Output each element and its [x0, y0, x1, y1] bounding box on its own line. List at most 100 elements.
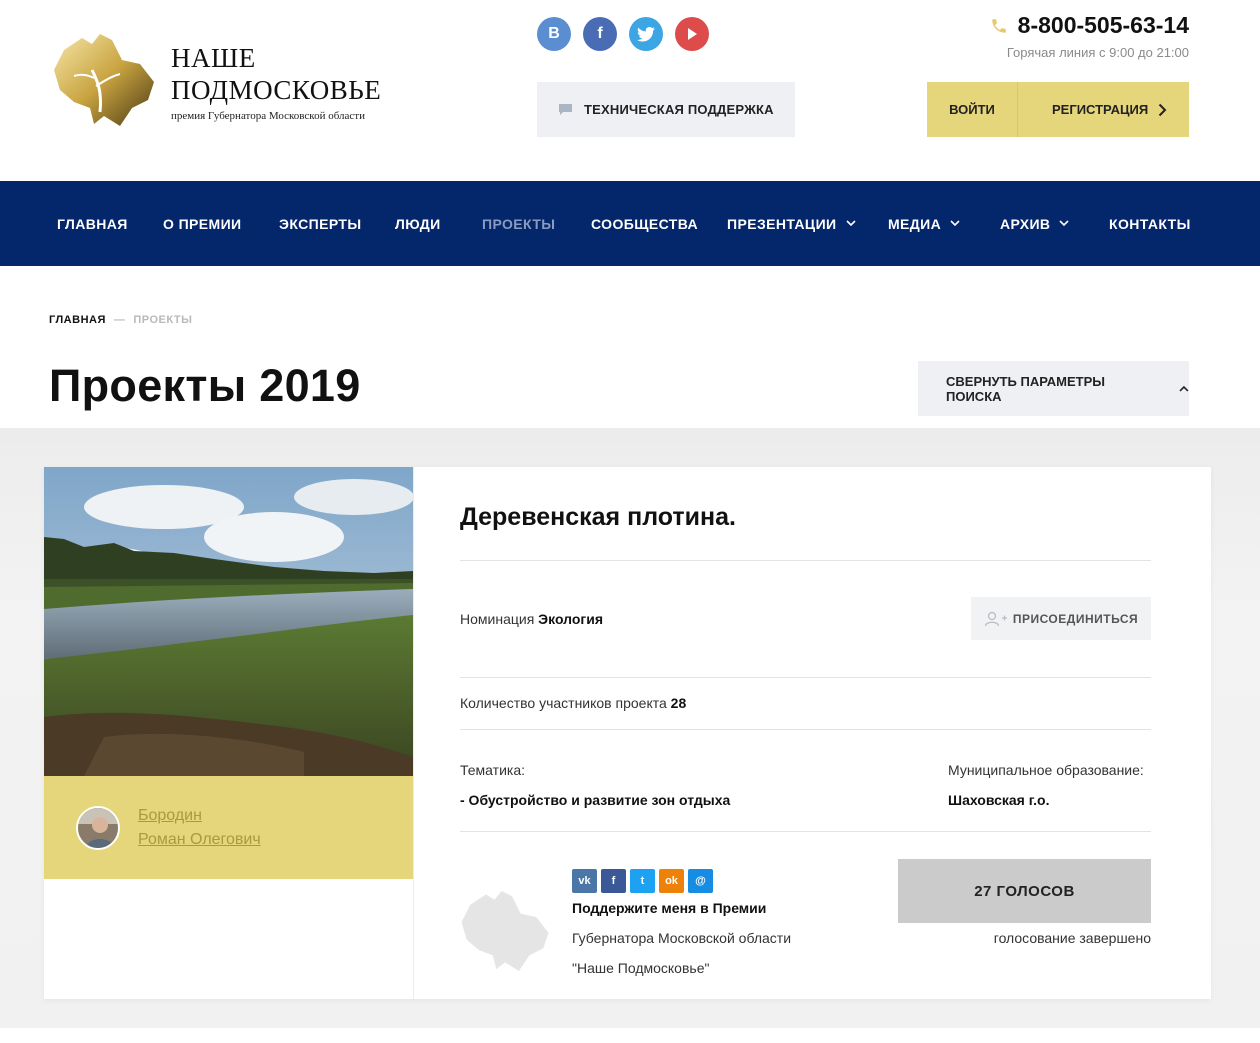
- nav-label: ЛЮДИ: [395, 215, 441, 232]
- breadcrumb-current: ПРОЕКТЫ: [133, 314, 193, 326]
- municipality-value: Шаховская г.о.: [948, 792, 1050, 808]
- logo-emblem-icon: [54, 34, 154, 126]
- collapse-search-label: СВЕРНУТЬ ПАРАМЕТРЫ ПОИСКА: [946, 373, 1105, 404]
- hotline-hours: Горячая линия с 9:00 до 21:00: [1006, 45, 1189, 60]
- chevron-right-icon: [1158, 103, 1167, 116]
- project-title[interactable]: Деревенская плотина.: [460, 503, 736, 532]
- author-avatar[interactable]: [76, 806, 120, 850]
- divider: [460, 831, 1151, 832]
- author-given-name: Роман Олегович: [138, 831, 261, 848]
- join-label: ПРИСОЕДИНИТЬСЯ: [1012, 611, 1139, 626]
- twitter-social-icon[interactable]: [629, 17, 663, 51]
- vk-glyph: В: [548, 25, 560, 42]
- chat-icon: [559, 104, 572, 115]
- support-line-2: Губернатора Московской области: [572, 930, 792, 946]
- nav-label: МЕДИА: [888, 215, 942, 232]
- share-buttons: vk f t ok @: [572, 869, 713, 893]
- nav-item-contacts[interactable]: КОНТАКТЫ: [1109, 181, 1191, 266]
- nav-label: КОНТАКТЫ: [1109, 215, 1191, 232]
- facebook-social-icon[interactable]: f: [583, 17, 617, 51]
- youtube-social-icon[interactable]: [675, 17, 709, 51]
- municipality-label: Муниципальное образование:: [948, 762, 1144, 778]
- faded-logo-icon: [461, 890, 549, 972]
- mailru-share-glyph: @: [695, 875, 706, 887]
- nav-label: ГЛАВНАЯ: [57, 215, 128, 232]
- nav-item-media[interactable]: МЕДИА: [888, 181, 960, 266]
- vk-share-glyph: vk: [578, 875, 591, 887]
- nav-item-archive[interactable]: АРХИВ: [1000, 181, 1070, 266]
- nav-item-people[interactable]: ЛЮДИ: [395, 181, 441, 266]
- page-title: Проекты 2019: [49, 360, 361, 411]
- nav-item-about[interactable]: О ПРЕМИИ: [163, 181, 242, 266]
- twitter-share-icon[interactable]: t: [630, 869, 655, 893]
- divider: [460, 729, 1151, 730]
- author-box: Бородин Роман Олегович: [44, 776, 413, 879]
- nav-label: СООБЩЕСТВА: [591, 215, 699, 232]
- nav-label: ПРЕЗЕНТАЦИИ: [727, 215, 837, 232]
- project-card: Бородин Роман Олегович Деревенская плоти…: [44, 467, 1211, 999]
- site-header: НАШЕ ПОДМОСКОВЬЕ премия Губернатора Моск…: [0, 0, 1260, 181]
- phone-icon: [991, 18, 1006, 33]
- nav-label: О ПРЕМИИ: [163, 215, 242, 232]
- project-photo[interactable]: [44, 467, 413, 776]
- register-label: РЕГИСТРАЦИЯ: [1052, 102, 1149, 117]
- nomination-value: Экология: [538, 611, 604, 627]
- nav-label: ЭКСПЕРТЫ: [279, 215, 362, 232]
- twitter-bird-icon: [637, 26, 655, 42]
- theme-value: - Обустройство и развитие зон отдыха: [460, 792, 731, 808]
- collapse-search-button[interactable]: СВЕРНУТЬ ПАРАМЕТРЫ ПОИСКА: [918, 361, 1189, 416]
- phone-number: 8-800-505-63-14: [1017, 12, 1189, 38]
- main-navigation: ГЛАВНАЯ О ПРЕМИИ ЭКСПЕРТЫ ЛЮДИ ПРОЕКТЫ С…: [0, 181, 1260, 266]
- play-icon: [688, 28, 697, 40]
- chevron-down-icon: [845, 220, 856, 227]
- breadcrumb: ГЛАВНАЯ — ПРОЕКТЫ: [49, 314, 192, 326]
- participants-label: Количество участников проекта: [460, 695, 667, 711]
- nav-item-experts[interactable]: ЭКСПЕРТЫ: [279, 181, 361, 266]
- vote-status: голосование завершено: [993, 930, 1151, 946]
- hotline-phone[interactable]: 8-800-505-63-14: [990, 12, 1189, 39]
- author-surname: Бородин: [138, 807, 202, 824]
- logo-subtitle: премия Губернатора Московской области: [171, 110, 365, 122]
- breadcrumb-home-link[interactable]: ГЛАВНАЯ: [49, 314, 106, 326]
- chevron-up-icon: [1179, 385, 1189, 392]
- facebook-share-icon[interactable]: f: [601, 869, 626, 893]
- mailru-share-icon[interactable]: @: [688, 869, 713, 893]
- card-divider: [413, 467, 414, 999]
- auth-buttons: ВОЙТИ РЕГИСТРАЦИЯ: [927, 82, 1189, 137]
- support-line-1: Поддержите меня в Премии: [572, 900, 767, 916]
- logo-title-line1: НАШЕ: [171, 43, 256, 73]
- votes-button[interactable]: 27 ГОЛОСОВ: [898, 859, 1151, 923]
- support-line-3: "Наше Подмосковье": [572, 960, 710, 976]
- chevron-down-icon: [950, 220, 960, 227]
- participants-value: 28: [670, 695, 687, 711]
- nav-label: АРХИВ: [1000, 215, 1051, 232]
- divider: [460, 677, 1151, 678]
- register-button[interactable]: РЕГИСТРАЦИЯ: [1018, 82, 1189, 137]
- site-logo[interactable]: НАШЕ ПОДМОСКОВЬЕ премия Губернатора Моск…: [50, 30, 400, 130]
- join-button[interactable]: ПРИСОЕДИНИТЬСЯ: [971, 597, 1151, 640]
- nomination: Номинация Экология: [460, 611, 603, 627]
- login-button[interactable]: ВОЙТИ: [927, 82, 1018, 137]
- logo-title: НАШЕ ПОДМОСКОВЬЕ: [171, 42, 381, 106]
- author-name-link[interactable]: Бородин Роман Олегович: [138, 804, 261, 852]
- chevron-down-icon: [1059, 220, 1070, 227]
- breadcrumb-separator: —: [113, 314, 126, 326]
- nomination-label: Номинация: [460, 611, 535, 627]
- nav-item-presentations[interactable]: ПРЕЗЕНТАЦИИ: [727, 181, 856, 266]
- theme-label: Тематика:: [460, 762, 525, 778]
- nav-item-home[interactable]: ГЛАВНАЯ: [57, 181, 128, 266]
- vk-share-icon[interactable]: vk: [572, 869, 597, 893]
- project-image: [44, 467, 413, 776]
- divider: [460, 560, 1151, 561]
- odnoklassniki-share-glyph: ok: [665, 875, 678, 887]
- tech-support-label: ТЕХНИЧЕСКАЯ ПОДДЕРЖКА: [584, 102, 774, 117]
- nav-item-projects[interactable]: ПРОЕКТЫ: [482, 181, 555, 266]
- twitter-share-glyph: t: [640, 875, 645, 887]
- participants-count: Количество участников проекта 28: [460, 695, 686, 711]
- odnoklassniki-share-icon[interactable]: ok: [659, 869, 684, 893]
- facebook-glyph: f: [597, 25, 603, 42]
- tech-support-button[interactable]: ТЕХНИЧЕСКАЯ ПОДДЕРЖКА: [537, 82, 795, 137]
- facebook-share-glyph: f: [611, 875, 616, 887]
- nav-item-communities[interactable]: СООБЩЕСТВА: [591, 181, 698, 266]
- vk-social-icon[interactable]: В: [537, 17, 571, 51]
